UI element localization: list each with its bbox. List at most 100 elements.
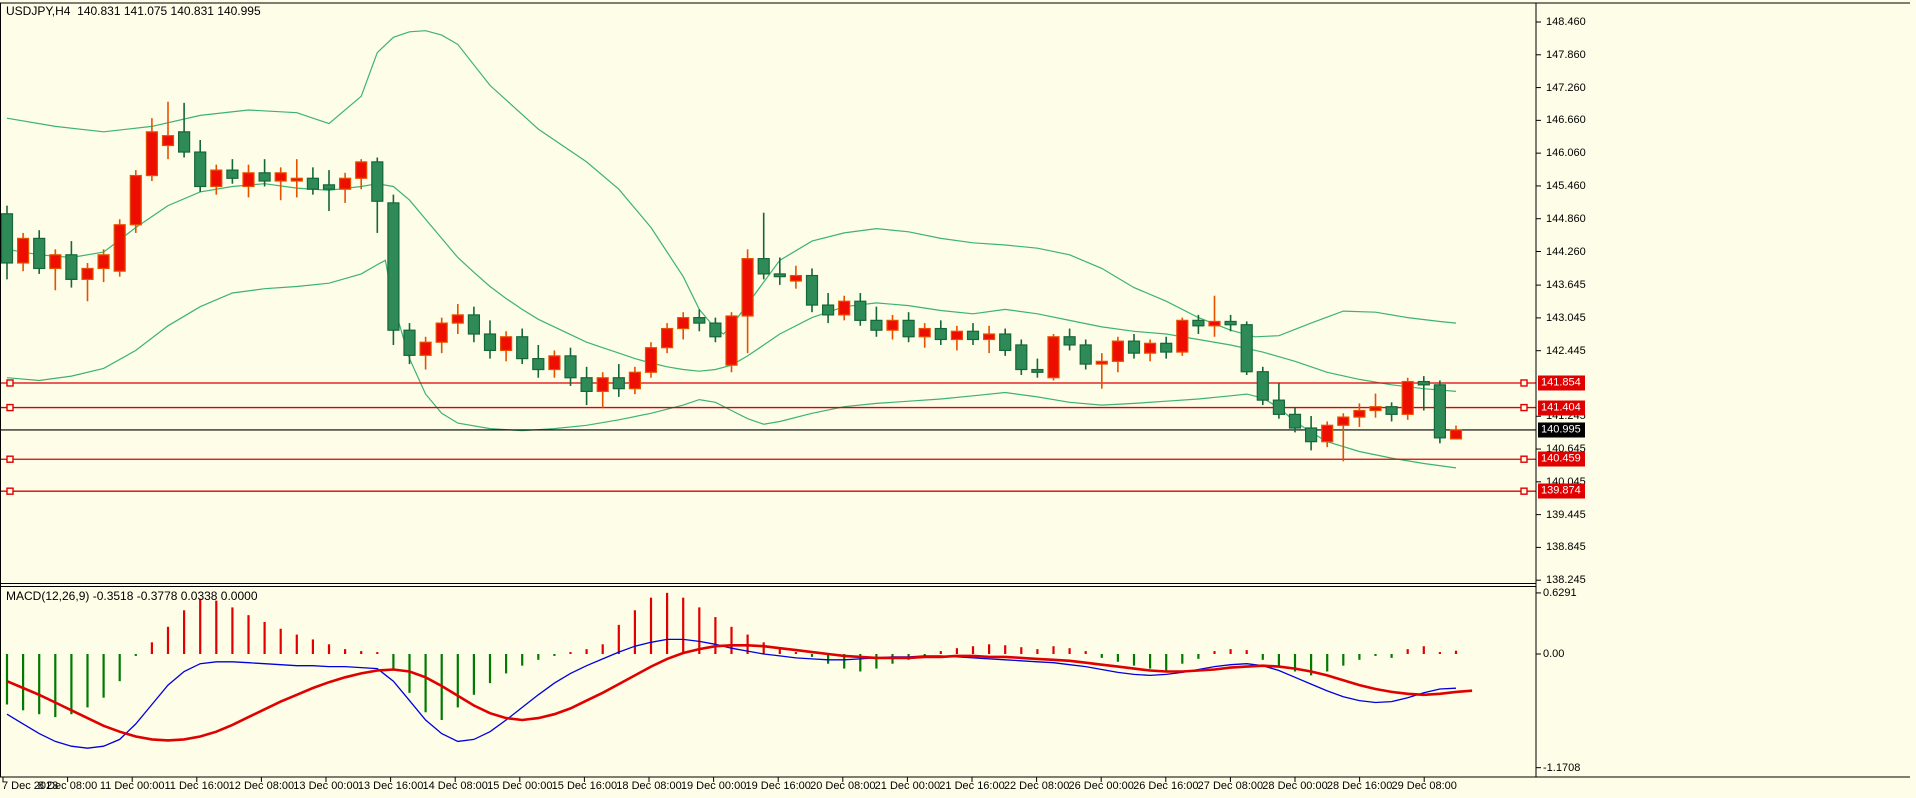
hline-handle[interactable] [1520, 403, 1528, 412]
candle-body-bull [81, 267, 94, 280]
candle-body-bear [934, 327, 947, 341]
time-axis-label: 18 Dec 08:00 [616, 780, 682, 792]
candle-body-bull [129, 174, 142, 226]
candle-body-bear [966, 330, 980, 341]
candle-body-bear [709, 322, 722, 338]
candle-body-bear [194, 151, 207, 188]
time-axis-label: 20 Dec 08:00 [810, 780, 876, 792]
macd-signal-line [6, 643, 1473, 742]
candle-body-bear [1304, 427, 1318, 443]
candle-body-bull [982, 333, 996, 341]
candle-body-bull [677, 317, 690, 330]
candle-body-bear [1127, 340, 1141, 354]
candle-body-bear [1160, 342, 1173, 353]
candle-body-bear [33, 237, 46, 270]
candle-body-bull [1369, 406, 1382, 412]
macd-axis-label: 0.6291 [1543, 586, 1577, 599]
candle-body-bear [805, 274, 819, 306]
macd-indicator-label: MACD(12,26,9) -0.3518 -0.3778 0.0338 0.0… [6, 589, 258, 603]
candle-body-bear [1272, 399, 1286, 415]
candle-body-bull [644, 347, 658, 373]
price-axis-label: 139.445 [1546, 508, 1586, 521]
bid-price-badge: 140.995 [1538, 422, 1585, 438]
candle-body-bull [419, 341, 432, 356]
candle-body-bull [1208, 320, 1221, 327]
candle-body-bull [1353, 409, 1366, 418]
mt4-chart-window: USDJPY,H4 140.831 141.075 140.831 140.99… [0, 0, 1916, 798]
time-axis-label: 28 Dec 00:00 [1262, 780, 1328, 792]
candle-body-bull [950, 330, 964, 341]
candle-body-bear [902, 319, 915, 338]
macd-axis-label: -1.1708 [1543, 761, 1581, 774]
bollinger-upper-band [6, 30, 1457, 338]
candle-body-bear [1192, 319, 1205, 327]
time-axis-label: 13 Dec 00:00 [293, 780, 359, 792]
candle-body-bear [773, 273, 786, 278]
candle-body-bear [483, 333, 497, 352]
candle-body-bull [1321, 424, 1334, 443]
price-axis-label: 142.445 [1546, 344, 1586, 357]
candle-body-bear [1417, 380, 1430, 386]
candle-body-bear [0, 213, 14, 264]
macd-line [6, 638, 1457, 749]
candle-body-bear [1256, 371, 1269, 401]
time-axis-label: 8 Dec 08:00 [37, 780, 98, 792]
time-axis-label: 22 Dec 08:00 [1003, 780, 1070, 792]
hline-handle[interactable] [1520, 379, 1528, 387]
candle-body-bear [178, 131, 191, 153]
price-axis-label: 144.260 [1546, 245, 1586, 258]
candle-body-bull [789, 274, 803, 282]
price-axis-label: 143.645 [1546, 279, 1586, 292]
time-axis-label: 21 Dec 00:00 [874, 780, 941, 792]
time-axis-label: 28 Dec 16:00 [1326, 780, 1393, 792]
candle-body-bear [467, 314, 480, 335]
candle-body-bull [1337, 416, 1350, 426]
candle-body-bear [226, 169, 239, 179]
candle-body-bull [660, 327, 674, 349]
candle-body-bull [242, 172, 255, 188]
candle-body-bull [628, 371, 642, 390]
hline-handle[interactable] [6, 455, 14, 463]
price-axis-label: 138.845 [1546, 541, 1586, 554]
candle-body-bear [564, 355, 577, 379]
hline-handle[interactable] [6, 379, 14, 387]
price-axis-label: 147.260 [1546, 81, 1586, 94]
candle-body-bear [403, 329, 416, 356]
candle-body-bear [1063, 336, 1076, 346]
hline-handle[interactable] [6, 487, 14, 495]
candle-body-bull [1111, 340, 1125, 362]
candle-body-bear [1079, 344, 1092, 365]
price-level-badge: 141.404 [1538, 400, 1585, 416]
candle-body-bull [145, 131, 158, 177]
hline-handle[interactable] [1520, 455, 1528, 463]
candle-body-bull [1143, 342, 1157, 354]
chart-canvas[interactable] [0, 0, 1916, 798]
candle-body-bear [1288, 413, 1302, 429]
candle-body-bull [435, 322, 448, 343]
hline-handle[interactable] [6, 403, 14, 412]
candle-body-bear [65, 254, 78, 280]
candle-body-bull [1401, 380, 1414, 415]
candle-body-bull [210, 169, 223, 188]
price-axis-label: 144.860 [1546, 212, 1586, 225]
candle-body-bull [339, 177, 352, 190]
time-axis-label: 12 Dec 08:00 [228, 780, 295, 792]
time-axis-label: 14 Dec 08:00 [422, 780, 488, 792]
candle-body-bear [821, 304, 835, 316]
price-level-badge: 139.874 [1538, 483, 1585, 499]
candle-body-bear [1015, 344, 1028, 371]
macd-axis-label: 0.00 [1543, 648, 1565, 660]
price-axis-label: 145.460 [1546, 179, 1586, 192]
candle-body-bear [258, 172, 271, 182]
candle-body-bear [693, 317, 706, 324]
candle-body-bull [17, 237, 30, 264]
candle-body-bear [612, 377, 625, 390]
hline-handle[interactable] [1520, 487, 1528, 495]
price-axis-label: 147.860 [1546, 48, 1586, 61]
candle-body-bull [97, 254, 110, 270]
time-axis-label: 21 Dec 16:00 [939, 780, 1005, 792]
candle-body-bear [532, 358, 545, 371]
time-axis-label: 19 Dec 00:00 [680, 780, 747, 792]
candle-body-bull [1047, 336, 1060, 379]
candle-body-bull [451, 314, 464, 324]
